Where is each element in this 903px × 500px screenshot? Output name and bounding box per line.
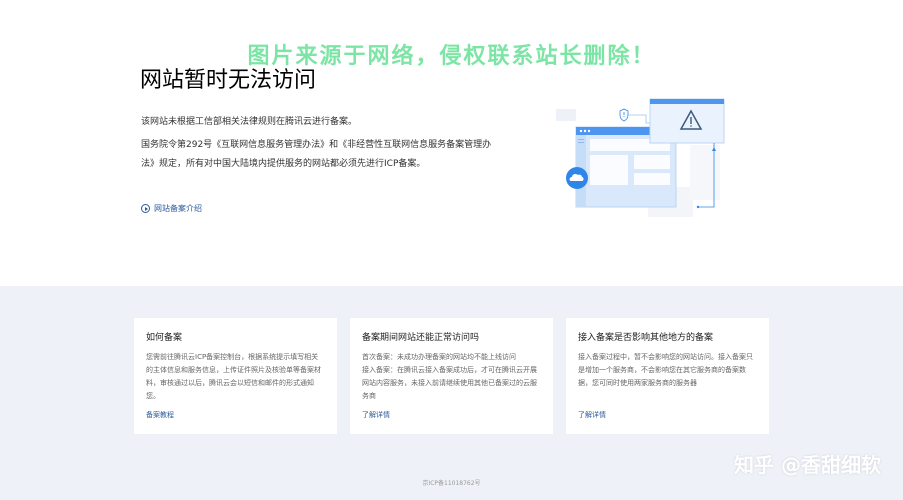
card-how-to-file: 如何备案 您需前往腾讯云ICP备案控制台，根据系统提示填写相关的主体信息和服务信… xyxy=(134,318,337,434)
card-access-filing-impact: 接入备案是否影响其他地方的备案 接入备案过程中，暂不会影响您的网站访问。接入备案… xyxy=(566,318,769,434)
learn-more-link[interactable]: 了解详情 xyxy=(362,410,390,420)
info-band: 如何备案 您需前往腾讯云ICP备案控制台，根据系统提示填写相关的主体信息和服务信… xyxy=(0,286,903,500)
page-title: 网站暂时无法访问 xyxy=(140,68,317,93)
card-body: 您需前往腾讯云ICP备案控制台，根据系统提示填写相关的主体信息和服务信息，上传证… xyxy=(146,353,321,400)
filing-tutorial-link[interactable]: 备案教程 xyxy=(146,410,174,420)
icp-intro-link[interactable]: 网站备案介绍 xyxy=(141,203,202,214)
card-title: 如何备案 xyxy=(146,333,183,343)
watermark-bottom: 知乎 @香甜细软 xyxy=(734,453,881,477)
card-title: 接入备案是否影响其他地方的备案 xyxy=(578,333,714,343)
icp-footer: 京ICP备11018762号 xyxy=(422,480,481,487)
icp-intro-link-label: 网站备案介绍 xyxy=(154,204,202,213)
card-body: 接入备案过程中，暂不会影响您的网站访问。接入备案只是增加一个服务商，不会影响您在… xyxy=(578,353,753,387)
hero-paragraph-1: 该网站未根据工信部相关法律规则在腾讯云进行备案。 xyxy=(141,117,358,127)
hero-section: 网站暂时无法访问 该网站未根据工信部相关法律规则在腾讯云进行备案。 国务院令第2… xyxy=(0,0,903,286)
hero-paragraph-2: 国务院令第292号《互联网信息服务管理办法》和《非经营性互联网信息服务备案管理办… xyxy=(141,140,492,169)
learn-more-link[interactable]: 了解详情 xyxy=(578,410,606,420)
card-body: 首次备案：未成功办理备案的网站均不能上线访问 接入备案：在腾讯云接入备案成功后，… xyxy=(362,353,537,400)
card-access-during-filing: 备案期间网站还能正常访问吗 首次备案：未成功办理备案的网站均不能上线访问 接入备… xyxy=(350,318,553,434)
play-circle-icon xyxy=(141,204,150,213)
cloud-warning-illustration xyxy=(556,98,725,217)
card-title: 备案期间网站还能正常访问吗 xyxy=(362,333,480,343)
